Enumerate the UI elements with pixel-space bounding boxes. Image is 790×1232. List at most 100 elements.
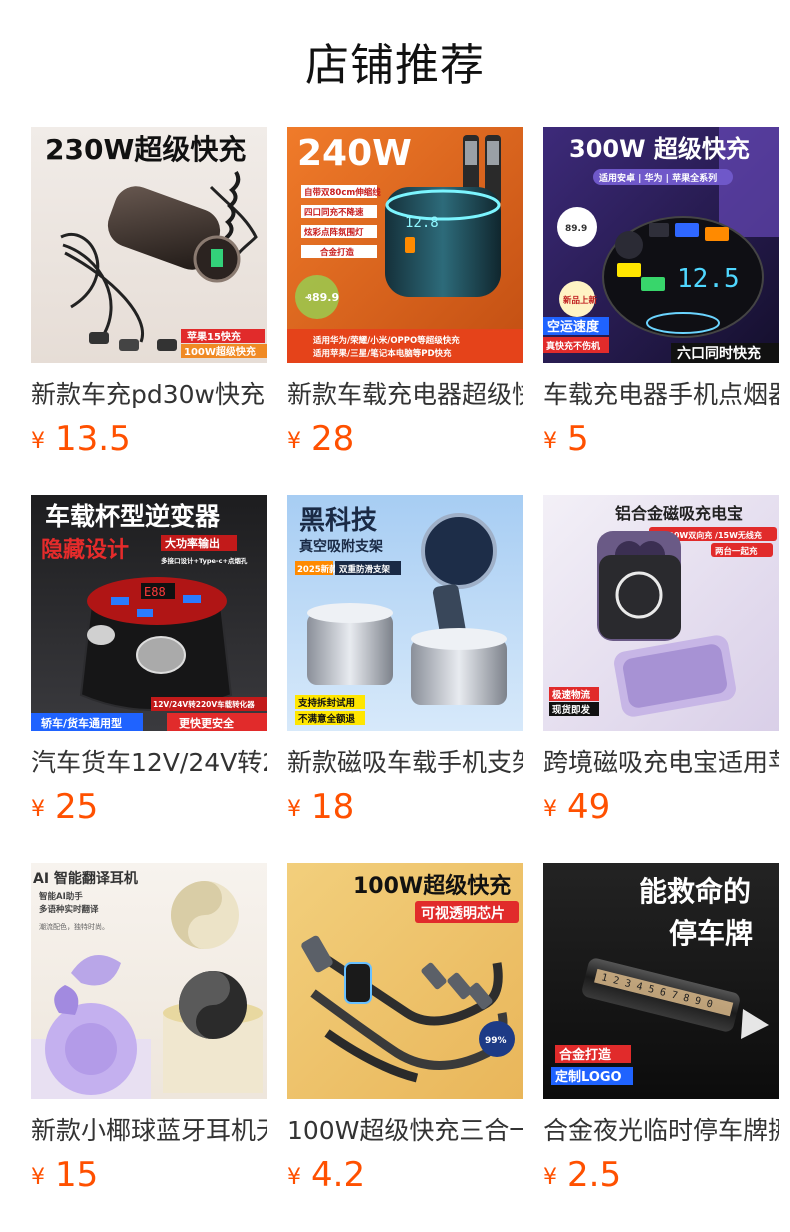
currency-symbol: ¥: [287, 429, 301, 454]
product-card[interactable]: AI 智能翻译耳机 智能AI助手 多语种实时翻译 潮流配色，独特时尚。 新款小椰…: [31, 863, 267, 1203]
product-image-headline: 铝合金磁吸充电宝: [615, 504, 743, 523]
product-name[interactable]: 合金夜光临时停车牌挪车: [543, 1114, 779, 1148]
price-value: 25: [55, 787, 99, 827]
svg-text:停车牌: 停车牌: [669, 917, 753, 950]
product-image-headline: 车载杯型逆变器: [45, 502, 221, 531]
product-card[interactable]: 铝合金磁吸充电宝 PD 20W双向充 /15W无线充 两台一起充 极速物流 现货…: [543, 495, 779, 835]
svg-text:可视透明芯片: 可视透明芯片: [421, 905, 505, 922]
product-name[interactable]: 新款磁吸车载手机支架: [287, 746, 523, 780]
store-recommendation-page: 店铺推荐 230W超级快充 苹果15快充 100W超级快充 新款车充pd30w快…: [0, 0, 790, 1232]
price-value: 49: [567, 787, 611, 827]
svg-text:合金打造: 合金打造: [559, 1047, 612, 1063]
svg-text:隐藏设计: 隐藏设计: [41, 538, 129, 563]
product-image-headline: 100W超级快充: [353, 873, 511, 899]
svg-text:多语种实时翻译: 多语种实时翻译: [39, 904, 99, 915]
svg-text:89.9: 89.9: [565, 224, 587, 234]
page-title: 店铺推荐: [305, 40, 485, 91]
svg-text:六口同时快充: 六口同时快充: [677, 345, 761, 362]
svg-text:E88: E88: [144, 585, 166, 599]
price-value: 5: [567, 419, 589, 459]
product-price: ¥28: [287, 419, 354, 459]
product-price: ¥5: [543, 419, 589, 459]
svg-text:四口同充不降速: 四口同充不降速: [304, 207, 364, 218]
product-price: ¥15: [31, 1155, 98, 1195]
product-card[interactable]: 230W超级快充 苹果15快充 100W超级快充 新款车充pd30w快充 ¥13…: [31, 127, 267, 467]
currency-symbol: ¥: [31, 1165, 45, 1190]
product-image[interactable]: 230W超级快充 苹果15快充 100W超级快充: [31, 127, 267, 363]
svg-text:炫彩点阵氛围灯: 炫彩点阵氛围灯: [304, 227, 364, 238]
currency-symbol: ¥: [287, 797, 301, 822]
svg-text:合金打造: 合金打造: [319, 247, 355, 258]
currency-symbol: ¥: [543, 797, 557, 822]
currency-symbol: ¥: [543, 1165, 557, 1190]
svg-text:定制LOGO: 定制LOGO: [554, 1069, 622, 1085]
product-price: ¥25: [31, 787, 98, 827]
price-value: 15: [55, 1155, 99, 1195]
product-name[interactable]: 新款小椰球蓝牙耳机无线: [31, 1114, 267, 1148]
svg-text:新品上新: 新品上新: [563, 295, 598, 306]
svg-text:适用华为/荣耀/小米/OPPO等超级快充: 适用华为/荣耀/小米/OPPO等超级快充: [313, 335, 460, 346]
product-image-tag: 苹果15快充: [187, 330, 241, 343]
product-name[interactable]: 新款车充pd30w快充: [31, 378, 267, 412]
svg-text:99%: 99%: [485, 1036, 507, 1046]
svg-text:适用安卓 | 华为 | 苹果全系列: 适用安卓 | 华为 | 苹果全系列: [599, 172, 717, 184]
product-card[interactable]: 车载杯型逆变器 隐藏设计 大功率输出 多接口设计+Type-c+点烟孔 E88 …: [31, 495, 267, 835]
currency-symbol: ¥: [31, 429, 45, 454]
product-image-tag: 100W超级快充: [184, 345, 256, 358]
price-value: 28: [311, 419, 355, 459]
product-image-headline: AI 智能翻译耳机: [33, 870, 138, 887]
svg-text:真快充不伤机: 真快充不伤机: [546, 340, 600, 352]
product-name[interactable]: 车载充电器手机点烟器: [543, 378, 779, 412]
product-price: ¥4.2: [287, 1155, 365, 1195]
product-card[interactable]: 100W超级快充 可视透明芯片 99% 100W超级快充三合一数据线 ¥4.2: [287, 863, 523, 1203]
product-image-headline: 300W 超级快充: [569, 135, 750, 163]
product-price: ¥2.5: [543, 1155, 621, 1195]
svg-text:双重防滑支架: 双重防滑支架: [339, 564, 391, 575]
product-image[interactable]: 能救命的 停车牌 1 2 3 4 5 6 7 8 9 0 合金打造 定制LOGO: [543, 863, 779, 1099]
product-price: ¥18: [287, 787, 354, 827]
product-name[interactable]: 汽车货车12V/24V转220V: [31, 746, 267, 780]
svg-text:现货即发: 现货即发: [552, 704, 591, 716]
svg-text:潮流配色，独特时尚。: 潮流配色，独特时尚。: [39, 922, 109, 931]
product-card[interactable]: 黑科技 真空吸附支架 2025新款 双重防滑支架 支持拆封试用 不满意全额退 新…: [287, 495, 523, 835]
product-image[interactable]: 300W 超级快充 适用安卓 | 华为 | 苹果全系列 89.9 新品上新 12…: [543, 127, 779, 363]
price-value: 18: [311, 787, 355, 827]
product-image-headline: 黑科技: [299, 506, 377, 536]
svg-text:适用苹果/三星/笔记本电脑等PD快充: 适用苹果/三星/笔记本电脑等PD快充: [313, 348, 452, 359]
currency-symbol: ¥: [287, 1165, 301, 1190]
svg-text:89.9: 89.9: [312, 291, 339, 304]
svg-text:自带双80cm伸缩线: 自带双80cm伸缩线: [304, 187, 381, 198]
product-price: ¥13.5: [31, 419, 131, 459]
svg-text:轿车/货车通用型: 轿车/货车通用型: [41, 716, 122, 730]
svg-text:支持拆封试用: 支持拆封试用: [297, 697, 355, 709]
product-name[interactable]: 新款车载充电器超级快充: [287, 378, 523, 412]
product-image[interactable]: AI 智能翻译耳机 智能AI助手 多语种实时翻译 潮流配色，独特时尚。: [31, 863, 267, 1099]
product-image[interactable]: 黑科技 真空吸附支架 2025新款 双重防滑支架 支持拆封试用 不满意全额退: [287, 495, 523, 731]
svg-text:12.8: 12.8: [405, 215, 439, 231]
svg-text:不满意全额退: 不满意全额退: [298, 713, 356, 725]
product-card[interactable]: 240W 自带双80cm伸缩线 四口同充不降速 炫彩点阵氛围灯 合金打造 12.…: [287, 127, 523, 467]
product-card[interactable]: 300W 超级快充 适用安卓 | 华为 | 苹果全系列 89.9 新品上新 12…: [543, 127, 779, 467]
price-value: 4.2: [311, 1155, 366, 1195]
svg-text:2025新款: 2025新款: [297, 564, 338, 575]
product-name[interactable]: 跨境磁吸充电宝适用苹果: [543, 746, 779, 780]
product-image-headline: 230W超级快充: [45, 133, 246, 166]
svg-text:两台一起充: 两台一起充: [715, 546, 758, 557]
svg-text:12V/24V转220V车载转化器: 12V/24V转220V车载转化器: [153, 699, 255, 709]
price-value: 13.5: [55, 419, 131, 459]
product-card[interactable]: 能救命的 停车牌 1 2 3 4 5 6 7 8 9 0 合金打造 定制LOGO…: [543, 863, 779, 1203]
svg-text:大功率输出: 大功率输出: [165, 536, 220, 550]
svg-text:空运速度: 空运速度: [547, 319, 600, 335]
svg-text:多接口设计+Type-c+点烟孔: 多接口设计+Type-c+点烟孔: [161, 556, 248, 565]
product-image[interactable]: 100W超级快充 可视透明芯片 99%: [287, 863, 523, 1099]
price-value: 2.5: [567, 1155, 622, 1195]
svg-text:更快更安全: 更快更安全: [179, 716, 235, 730]
product-image[interactable]: 240W 自带双80cm伸缩线 四口同充不降速 炫彩点阵氛围灯 合金打造 12.…: [287, 127, 523, 363]
svg-text:极速物流: 极速物流: [552, 689, 591, 701]
product-image[interactable]: 铝合金磁吸充电宝 PD 20W双向充 /15W无线充 两台一起充 极速物流 现货…: [543, 495, 779, 731]
svg-text:12.5: 12.5: [677, 264, 740, 294]
svg-text:智能AI助手: 智能AI助手: [38, 891, 83, 902]
product-image[interactable]: 车载杯型逆变器 隐藏设计 大功率输出 多接口设计+Type-c+点烟孔 E88 …: [31, 495, 267, 731]
product-name[interactable]: 100W超级快充三合一数据线: [287, 1114, 523, 1148]
svg-text:₰: ₰: [305, 293, 312, 304]
